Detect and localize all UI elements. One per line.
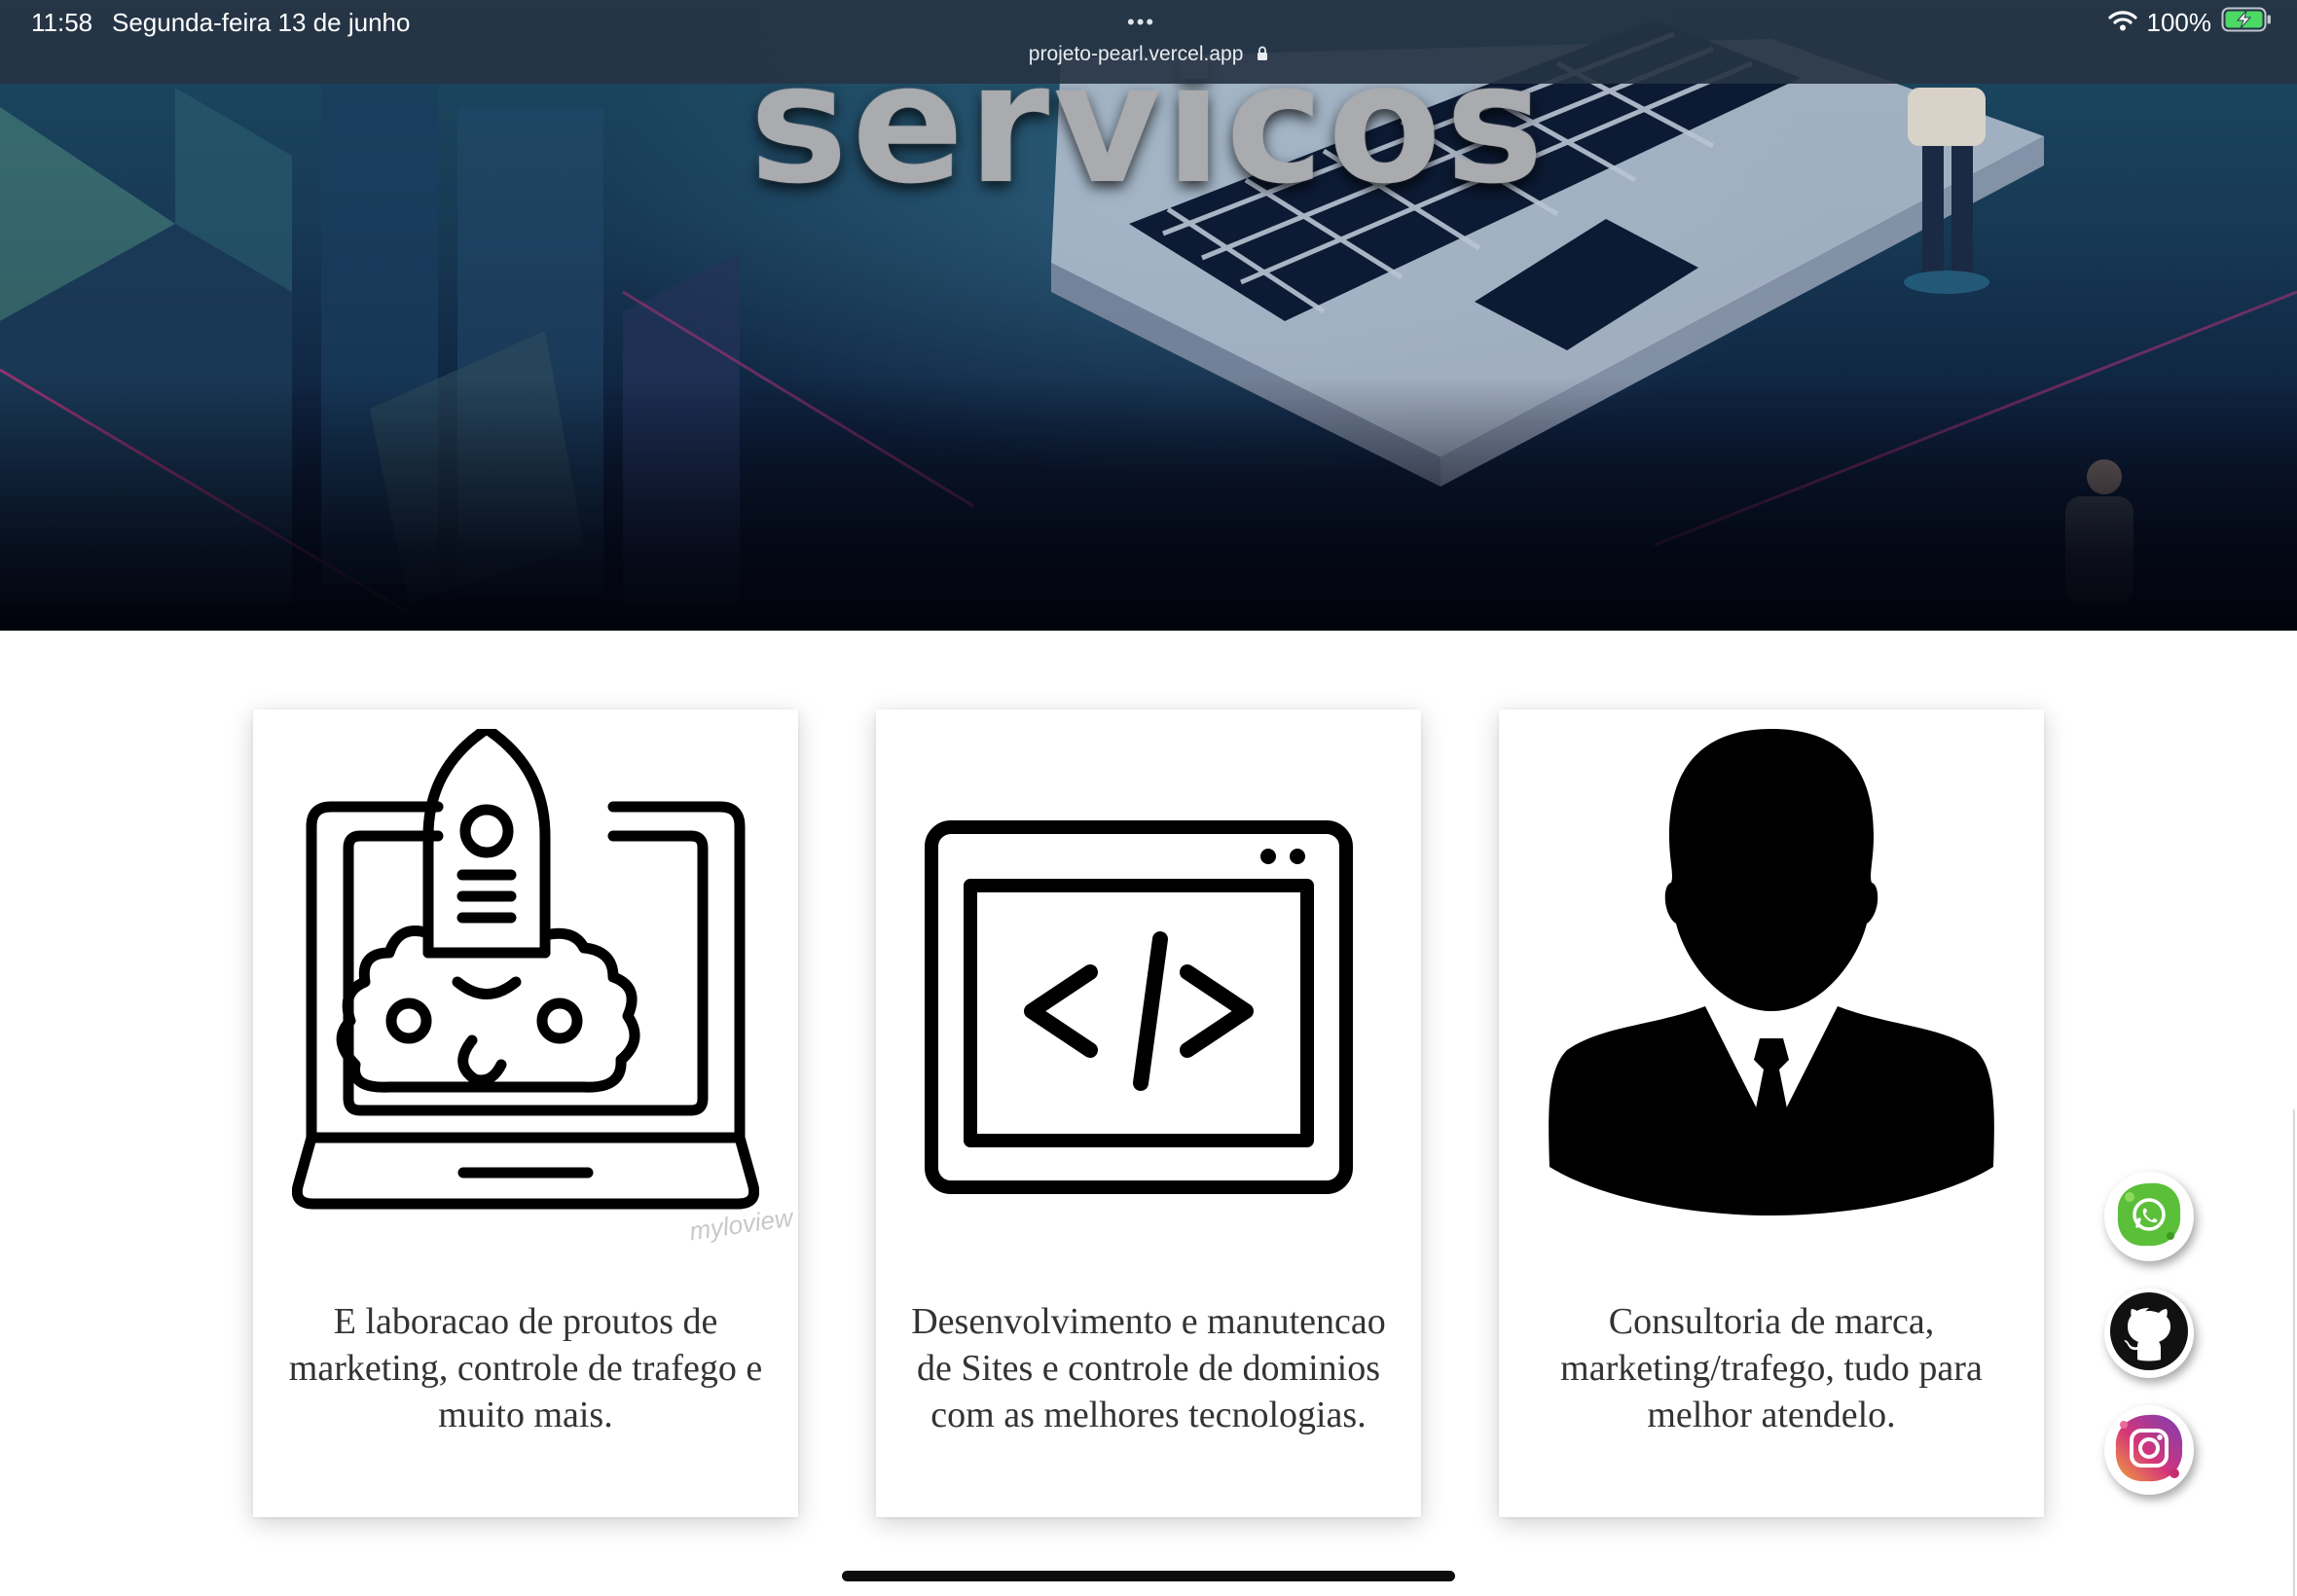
status-bar: 11:58 Segunda-feira 13 de junho ••• proj… <box>0 0 2297 84</box>
service-card-marketing: myloview E laboracao de proutos de marke… <box>253 709 798 1517</box>
page-scrollbar[interactable] <box>2293 1109 2295 1596</box>
status-time: 11:58 <box>31 8 93 37</box>
hero-gradient-overlay <box>0 378 2297 631</box>
github-icon <box>2109 1291 2189 1376</box>
rocket-laptop-icon <box>291 723 760 1215</box>
businessman-icon <box>1538 729 2005 1215</box>
multitasking-dots[interactable]: ••• <box>1127 10 1155 35</box>
hero-banner: servicos <box>0 0 2297 631</box>
lock-icon <box>1257 44 1268 67</box>
status-date: Segunda-feira 13 de junho <box>112 8 411 37</box>
service-card-consulting: Consultoria de marca, marketing/trafego,… <box>1499 709 2044 1517</box>
service-card-websites: Desenvolvimento e manutencao de Sites e … <box>876 709 1421 1517</box>
home-indicator[interactable] <box>842 1571 1455 1581</box>
service-description: E laboracao de proutos de marketing, con… <box>288 1301 763 1435</box>
github-button[interactable] <box>2104 1288 2194 1378</box>
wifi-icon <box>2107 8 2137 38</box>
instagram-button[interactable] <box>2104 1405 2194 1495</box>
instagram-icon <box>2110 1409 2188 1492</box>
code-window-icon <box>915 729 1382 1215</box>
service-description: Consultoria de marca, marketing/trafego,… <box>1560 1301 1983 1435</box>
service-description: Desenvolvimento e manutencao de Sites e … <box>911 1301 1386 1435</box>
address-bar[interactable]: projeto-pearl.vercel.app <box>0 43 2297 67</box>
whatsapp-button[interactable] <box>2104 1172 2194 1261</box>
whatsapp-icon <box>2112 1178 2186 1256</box>
url-text: projeto-pearl.vercel.app <box>1028 43 1244 65</box>
battery-charging-icon <box>2221 7 2272 39</box>
battery-percent: 100% <box>2146 7 2212 37</box>
status-indicators: 100% <box>2107 6 2273 39</box>
